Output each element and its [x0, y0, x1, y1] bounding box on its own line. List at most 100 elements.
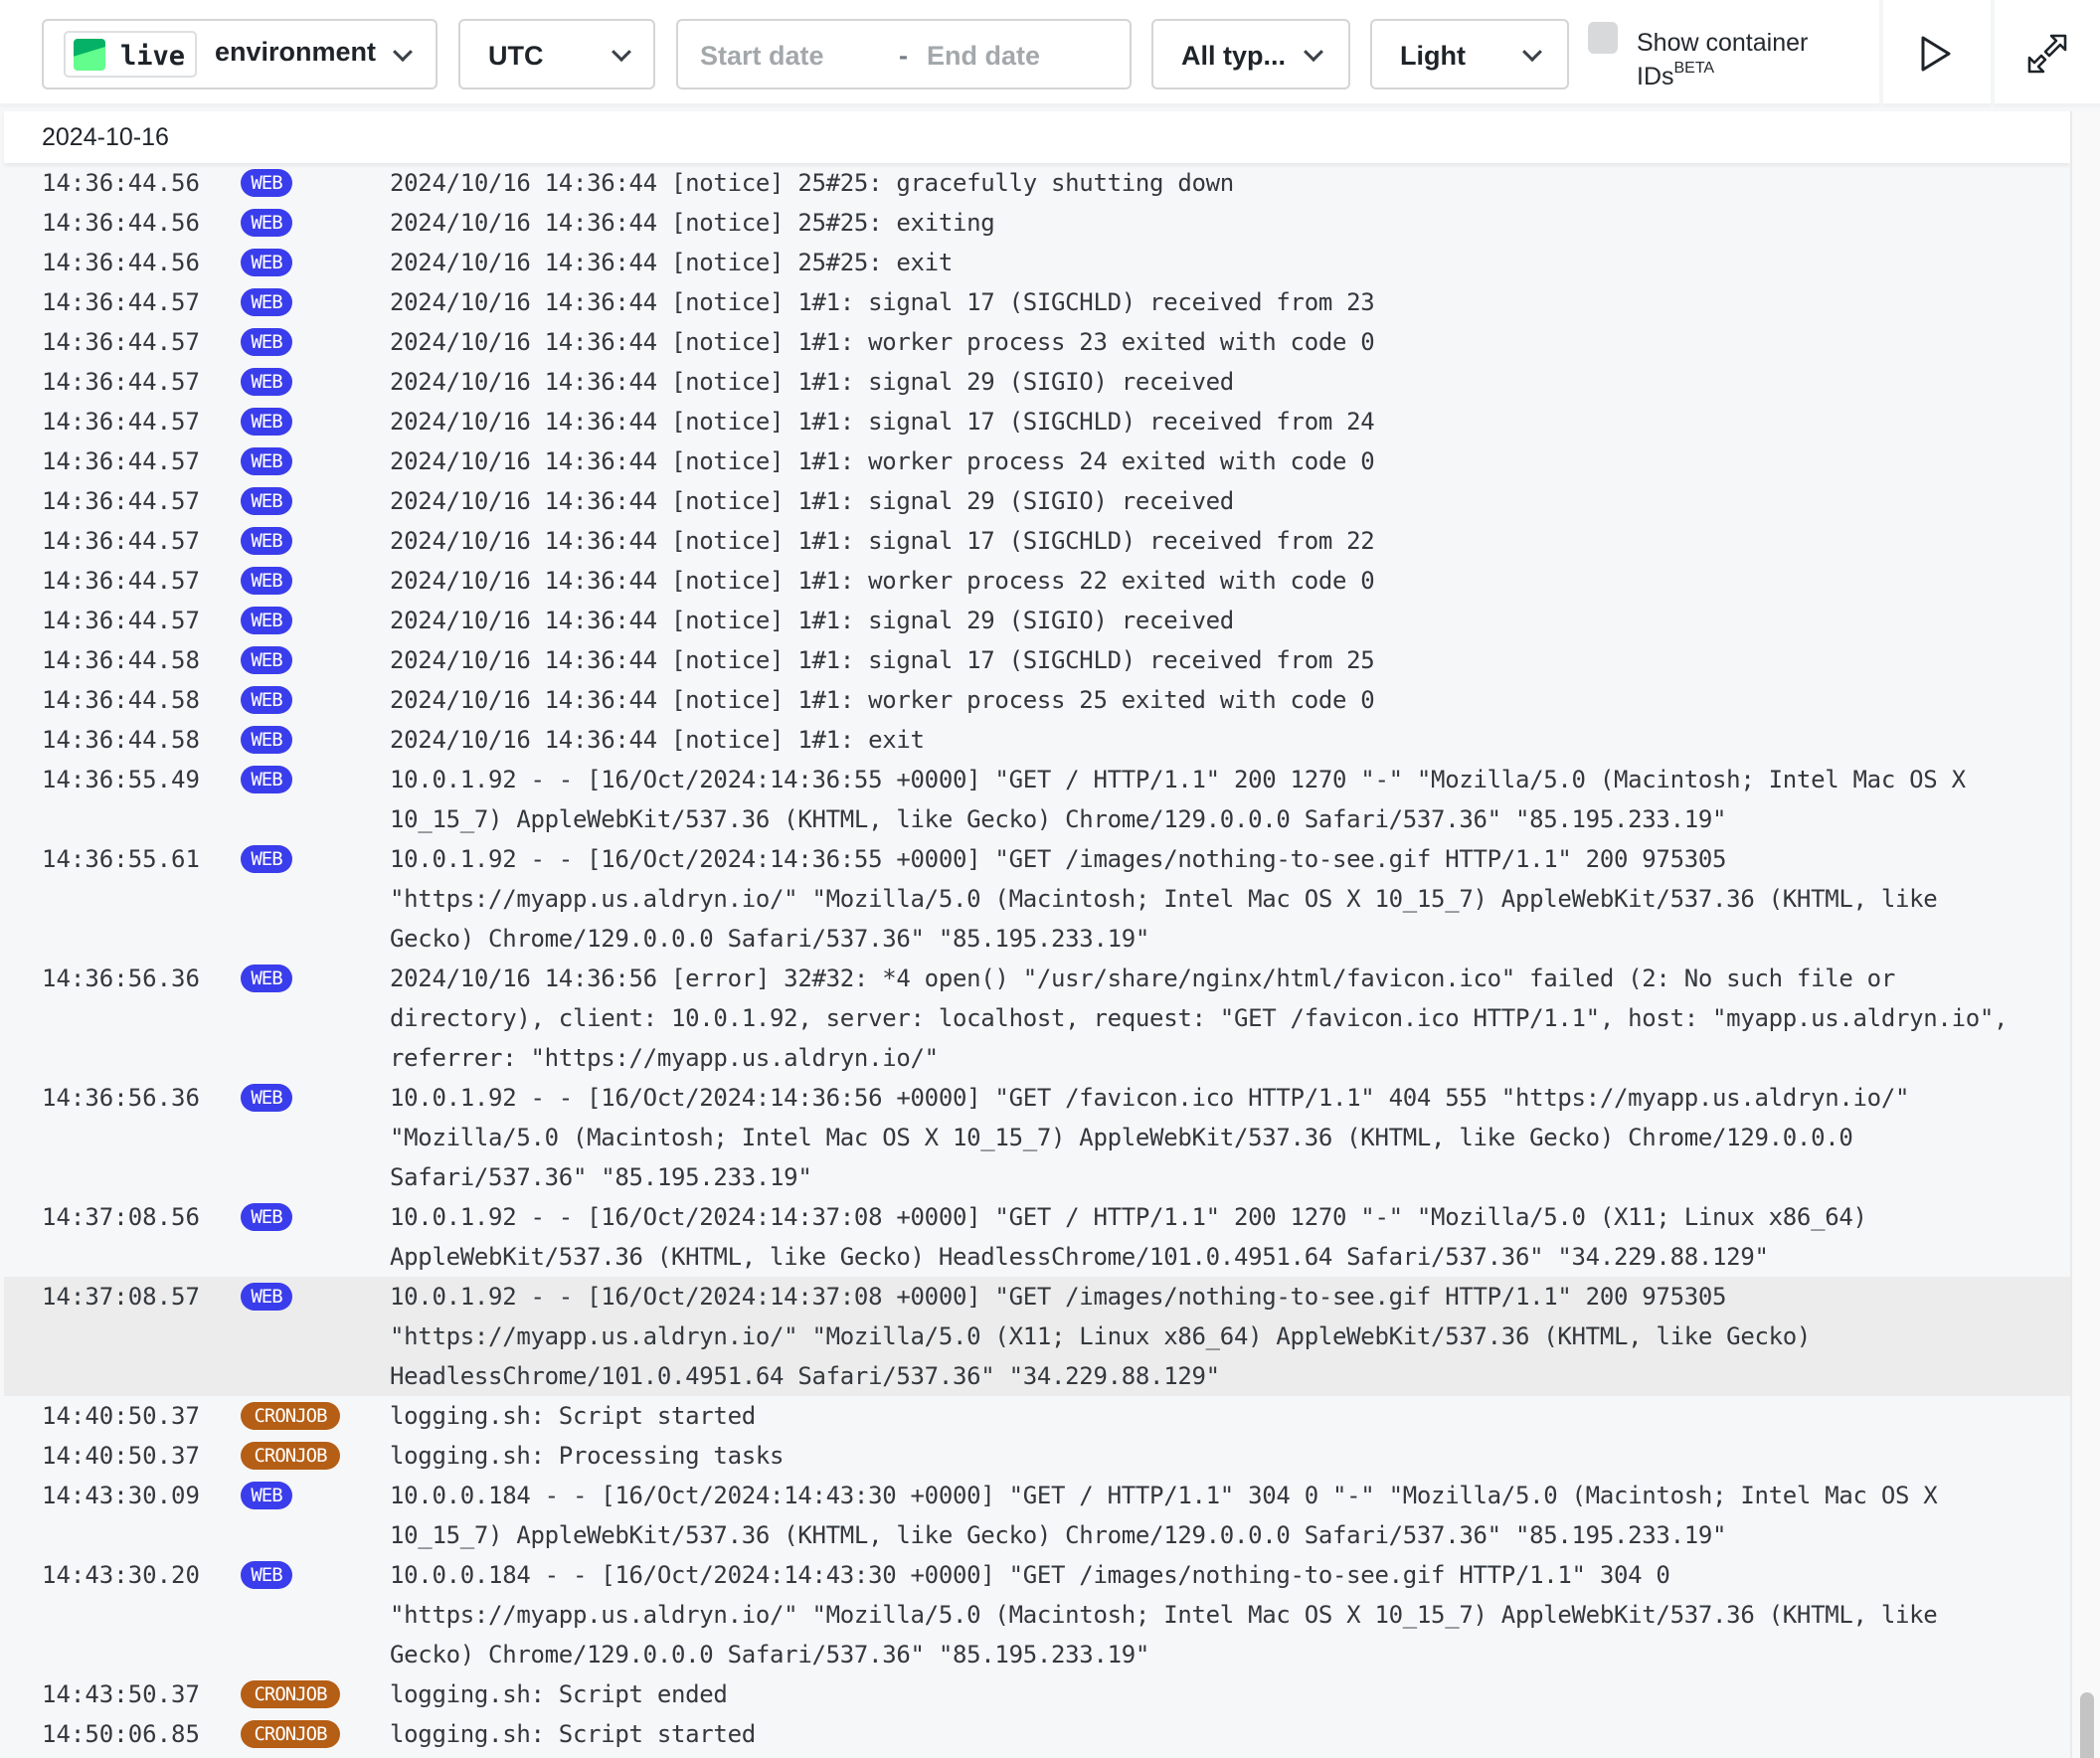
log-row[interactable]: 14:43:30.20 WEB 10.0.0.184 - - [16/Oct/202…	[4, 1555, 2070, 1674]
log-type-cell: CRONJOB	[199, 1436, 390, 1476]
start-date-input[interactable]: Start date	[700, 41, 824, 72]
log-timestamp: 14:36:44.57	[42, 567, 200, 595]
log-message: logging.sh: Script started	[390, 1720, 756, 1748]
log-type-cell: WEB	[199, 680, 390, 720]
log-message: 2024/10/16 14:36:44 [notice] 1#1: signal…	[390, 288, 1375, 316]
log-message: 2024/10/16 14:36:44 [notice] 1#1: worker…	[390, 686, 1375, 714]
log-type-select[interactable]: All typ...	[1151, 19, 1350, 89]
timezone-select[interactable]: UTC	[458, 19, 655, 89]
log-timestamp: 14:36:55.61	[42, 845, 200, 873]
log-row[interactable]: 14:36:44.57 WEB 2024/10/16 14:36:44 [notic…	[4, 521, 2070, 561]
log-type-cell: WEB	[199, 1277, 390, 1396]
log-row[interactable]: 14:40:50.37 CRONJOB logging.sh: Processing…	[4, 1436, 2070, 1476]
log-type-badge: WEB	[241, 607, 292, 634]
show-container-ids-checkbox[interactable]	[1588, 22, 1618, 54]
log-row[interactable]: 14:43:50.37 CRONJOB logging.sh: Script end…	[4, 1674, 2070, 1714]
log-timestamp: 14:43:30.09	[42, 1482, 200, 1509]
log-row[interactable]: 14:36:44.57 WEB 2024/10/16 14:36:44 [notic…	[4, 561, 2070, 601]
log-message: logging.sh: Script started	[390, 1402, 756, 1430]
log-row[interactable]: 14:36:44.57 WEB 2024/10/16 14:36:44 [notic…	[4, 601, 2070, 640]
chevron-down-icon	[1522, 41, 1542, 62]
toolbar: live environment UTC Start date - End da…	[0, 0, 2100, 107]
theme-value: Light	[1400, 41, 1466, 71]
log-row[interactable]: 14:36:44.57 WEB 2024/10/16 14:36:44 [notic…	[4, 322, 2070, 362]
chevron-down-icon	[612, 41, 631, 62]
log-row[interactable]: 14:36:44.58 WEB 2024/10/16 14:36:44 [notic…	[4, 680, 2070, 720]
log-type-cell: CRONJOB	[199, 1714, 390, 1754]
log-row[interactable]: 14:36:44.56 WEB 2024/10/16 14:36:44 [notic…	[4, 163, 2070, 203]
log-row[interactable]: 14:36:44.57 WEB 2024/10/16 14:36:44 [notic…	[4, 441, 2070, 481]
log-row[interactable]: 14:36:44.58 WEB 2024/10/16 14:36:44 [notic…	[4, 640, 2070, 680]
log-message: 2024/10/16 14:36:44 [notice] 25#25: grac…	[390, 169, 1234, 197]
log-row[interactable]: 14:36:44.57 WEB 2024/10/16 14:36:44 [notic…	[4, 282, 2070, 322]
log-type-cell: WEB	[199, 402, 390, 441]
scrollbar-thumb[interactable]	[2080, 1692, 2094, 1758]
log-message: logging.sh: Script ended	[390, 1680, 728, 1708]
log-type-value: All typ...	[1181, 41, 1287, 71]
log-message: 2024/10/16 14:36:44 [notice] 25#25: exit…	[390, 209, 995, 237]
log-row[interactable]: 14:37:08.56 WEB 10.0.1.92 - - [16/Oct/2024…	[4, 1197, 2070, 1277]
log-type-cell: WEB	[199, 601, 390, 640]
log-timestamp: 14:36:55.49	[42, 766, 200, 793]
log-type-cell: WEB	[199, 521, 390, 561]
log-type-badge: WEB	[241, 845, 292, 873]
log-timestamp: 14:36:44.58	[42, 726, 200, 754]
log-type-badge: WEB	[241, 1084, 292, 1112]
log-type-badge: WEB	[241, 249, 292, 276]
log-type-badge: WEB	[241, 368, 292, 396]
log-type-cell: WEB	[199, 163, 390, 203]
log-type-cell: WEB	[199, 1555, 390, 1674]
log-message: 10.0.1.92 - - [16/Oct/2024:14:36:56 +000…	[390, 1084, 1924, 1191]
log-timestamp: 14:36:56.36	[42, 965, 200, 992]
log-message: 10.0.0.184 - - [16/Oct/2024:14:43:30 +00…	[390, 1482, 1952, 1549]
log-message: 2024/10/16 14:36:56 [error] 32#32: *4 op…	[390, 965, 2022, 1072]
end-date-input[interactable]: End date	[927, 41, 1040, 72]
log-row[interactable]: 14:36:56.36 WEB 10.0.1.92 - - [16/Oct/2024…	[4, 1078, 2070, 1197]
log-row[interactable]: 14:36:56.36 WEB 2024/10/16 14:36:56 [error…	[4, 959, 2070, 1078]
log-type-cell: WEB	[199, 203, 390, 243]
log-row[interactable]: 14:36:44.57 WEB 2024/10/16 14:36:44 [notic…	[4, 402, 2070, 441]
log-row[interactable]: 14:36:55.61 WEB 10.0.1.92 - - [16/Oct/2024…	[4, 839, 2070, 959]
log-type-badge: WEB	[241, 447, 292, 475]
log-row[interactable]: 14:36:44.56 WEB 2024/10/16 14:36:44 [notic…	[4, 203, 2070, 243]
log-timestamp: 14:37:08.56	[42, 1203, 200, 1231]
log-row[interactable]: 14:36:44.57 WEB 2024/10/16 14:36:44 [notic…	[4, 362, 2070, 402]
log-row[interactable]: 14:50:06.85 CRONJOB logging.sh: Script sta…	[4, 1714, 2070, 1754]
log-message: 2024/10/16 14:36:44 [notice] 1#1: worker…	[390, 447, 1375, 475]
log-type-badge: WEB	[241, 1203, 292, 1231]
log-timestamp: 14:36:44.57	[42, 487, 200, 515]
log-type-cell: WEB	[199, 1197, 390, 1277]
theme-select[interactable]: Light	[1370, 19, 1569, 89]
log-row[interactable]: 14:36:55.49 WEB 10.0.1.92 - - [16/Oct/2024…	[4, 760, 2070, 839]
log-row[interactable]: 14:36:44.57 WEB 2024/10/16 14:36:44 [notic…	[4, 481, 2070, 521]
play-button[interactable]	[1879, 0, 1989, 107]
chevron-down-icon	[393, 41, 413, 62]
log-type-badge: WEB	[241, 686, 292, 714]
log-timestamp: 14:36:44.57	[42, 408, 200, 436]
show-container-ids-toggle[interactable]: Show container IDsBETA	[1588, 22, 1827, 91]
expand-button[interactable]	[1991, 0, 2100, 107]
log-type-badge: WEB	[241, 965, 292, 992]
date-range-picker[interactable]: Start date - End date	[676, 19, 1132, 89]
log-message: 2024/10/16 14:36:44 [notice] 1#1: worker…	[390, 567, 1375, 595]
log-message: 10.0.1.92 - - [16/Oct/2024:14:36:55 +000…	[390, 845, 1952, 953]
log-timestamp: 14:36:44.56	[42, 249, 200, 276]
log-row[interactable]: 14:40:50.37 CRONJOB logging.sh: Script sta…	[4, 1396, 2070, 1436]
log-type-badge: WEB	[241, 288, 292, 316]
log-message: 2024/10/16 14:36:44 [notice] 1#1: worker…	[390, 328, 1375, 356]
expand-icon	[2027, 34, 2067, 74]
log-row[interactable]: 14:43:30.09 WEB 10.0.0.184 - - [16/Oct/202…	[4, 1476, 2070, 1555]
environment-select[interactable]: live environment	[42, 19, 438, 89]
log-type-cell: WEB	[199, 243, 390, 282]
log-viewer: 14:36:44.56 WEB 2024/10/16 14:36:44 [notic…	[0, 111, 2070, 1758]
log-type-badge: CRONJOB	[241, 1402, 340, 1430]
log-type-cell: WEB	[199, 441, 390, 481]
scrollbar[interactable]	[2070, 111, 2100, 1758]
log-row[interactable]: 14:36:44.56 WEB 2024/10/16 14:36:44 [notic…	[4, 243, 2070, 282]
log-timestamp: 14:36:44.56	[42, 209, 200, 237]
log-row[interactable]: 14:36:44.58 WEB 2024/10/16 14:36:44 [notic…	[4, 720, 2070, 760]
log-type-cell: WEB	[199, 1078, 390, 1197]
log-message: 2024/10/16 14:36:44 [notice] 1#1: signal…	[390, 408, 1375, 436]
log-timestamp: 14:50:06.85	[42, 1720, 200, 1748]
log-row[interactable]: 14:37:08.57 WEB 10.0.1.92 - - [16/Oct/2024…	[4, 1277, 2070, 1396]
